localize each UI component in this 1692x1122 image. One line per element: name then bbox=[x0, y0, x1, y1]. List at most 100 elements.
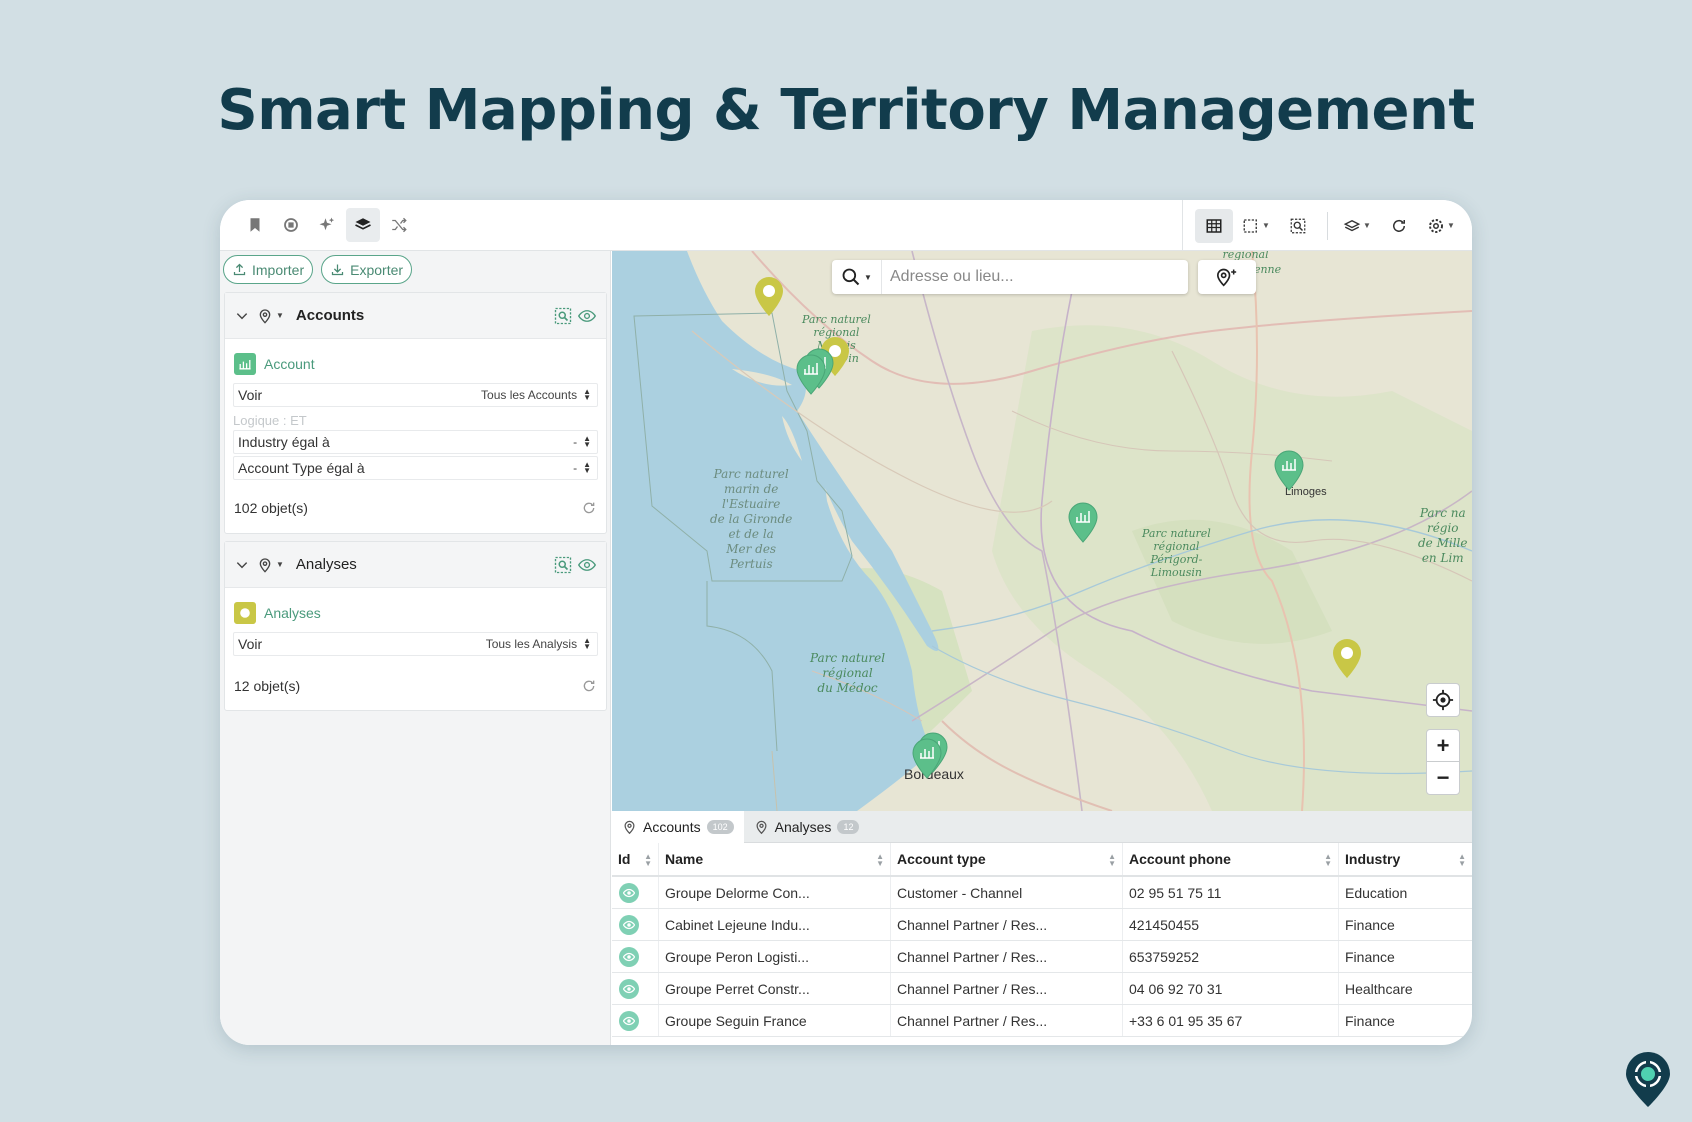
count-badge: 102 bbox=[706, 820, 734, 834]
layers-dropdown-icon[interactable]: ▼ bbox=[1338, 209, 1376, 243]
results-tabs: Accounts 102 Analyses 12 bbox=[612, 811, 1472, 843]
industry-filter[interactable]: Industry égal à - ▲ ▼ bbox=[233, 430, 598, 454]
column-header-account-type[interactable]: Account type ▲ ▼ bbox=[891, 843, 1123, 875]
account-marker[interactable] bbox=[1066, 501, 1100, 543]
object-name: Analyses bbox=[264, 605, 321, 621]
zoom-to-layer-icon[interactable] bbox=[554, 556, 572, 574]
column-header-industry[interactable]: Industry ▲ ▼ bbox=[1339, 843, 1472, 875]
tab-label: Accounts bbox=[643, 819, 701, 835]
sort-icon: ▲ ▼ bbox=[1108, 852, 1116, 868]
table-icon[interactable] bbox=[1195, 208, 1233, 243]
search-mode-button[interactable]: ▼ bbox=[832, 260, 882, 294]
column-header-account-phone[interactable]: Account phone ▲ ▼ bbox=[1123, 843, 1339, 875]
map-label-millevaches: Parc na régio de Mille en Lim bbox=[1418, 506, 1468, 565]
view-record-icon[interactable] bbox=[619, 946, 639, 967]
upload-icon bbox=[233, 263, 246, 276]
column-header-name[interactable]: Name ▲ ▼ bbox=[659, 843, 891, 875]
tab-label: Analyses bbox=[774, 819, 832, 835]
eye-icon[interactable] bbox=[578, 557, 596, 573]
table-row[interactable]: Cabinet Lejeune Indu... Channel Partner /… bbox=[612, 909, 1472, 941]
cell-id bbox=[612, 1005, 659, 1036]
column-header-id[interactable]: Id ▲ ▼ bbox=[612, 843, 659, 875]
cell-industry: Education bbox=[1345, 884, 1408, 901]
account-object-icon bbox=[234, 353, 256, 375]
account-marker[interactable] bbox=[1272, 449, 1306, 491]
filter-label: Industry égal à bbox=[238, 434, 330, 450]
refresh-icon[interactable] bbox=[581, 500, 597, 516]
object-count: 102 objet(s) bbox=[234, 500, 308, 516]
table-row[interactable]: Groupe Delorme Con... Customer - Channel 0… bbox=[612, 877, 1472, 909]
chip-icon[interactable] bbox=[274, 208, 308, 242]
analysis-marker[interactable] bbox=[1330, 637, 1364, 679]
add-pin-button[interactable] bbox=[1198, 260, 1256, 294]
address-search: ▼ bbox=[832, 260, 1188, 294]
zoom-in-button[interactable]: + bbox=[1427, 730, 1459, 762]
cell-account-phone: 02 95 51 75 11 bbox=[1123, 877, 1339, 908]
import-button[interactable]: Importer bbox=[223, 255, 314, 284]
cell-name: Cabinet Lejeune Indu... bbox=[659, 909, 891, 940]
tab-accounts[interactable]: Accounts 102 bbox=[612, 811, 744, 843]
eye-icon[interactable] bbox=[578, 308, 596, 324]
analysis-marker[interactable] bbox=[752, 275, 786, 317]
account-marker[interactable] bbox=[794, 353, 828, 395]
cell-name: Groupe Perret Constr... bbox=[659, 973, 891, 1004]
crosshair-icon bbox=[1432, 689, 1454, 711]
view-record-icon[interactable] bbox=[619, 914, 639, 935]
cell-account-type: Channel Partner / Res... bbox=[891, 1005, 1123, 1036]
page-headline: Smart Mapping & Territory Management bbox=[217, 78, 1475, 143]
voir-select[interactable]: Voir Tous les Accounts ▲ ▼ bbox=[233, 383, 598, 407]
layers-icon[interactable] bbox=[346, 208, 380, 242]
filter-label: Account Type égal à bbox=[238, 460, 365, 476]
account-marker[interactable] bbox=[910, 737, 944, 779]
layers-sidebar: Importer Exporter ▼ Accounts Account Voi… bbox=[220, 251, 611, 1045]
zoom-to-layer-icon[interactable] bbox=[554, 307, 572, 325]
table-row[interactable]: Groupe Peron Logisti... Channel Partner /… bbox=[612, 941, 1472, 973]
select-area-icon[interactable]: ▼ bbox=[1237, 209, 1275, 243]
cell-id bbox=[612, 973, 659, 1004]
sort-arrows-icon: ▲ ▼ bbox=[583, 434, 591, 449]
export-button[interactable]: Exporter bbox=[321, 255, 413, 284]
header-label: Account type bbox=[897, 851, 986, 867]
table-header: Id ▲ ▼ Name ▲ ▼ Account type ▲ ▼ Account phone… bbox=[612, 843, 1472, 877]
settings-icon[interactable]: ▼ bbox=[1422, 209, 1460, 243]
shuffle-icon[interactable] bbox=[382, 208, 416, 242]
cell-industry: Finance bbox=[1345, 948, 1395, 965]
cell-account-type: Customer - Channel bbox=[891, 877, 1123, 908]
voir-value: Tous les Accounts bbox=[481, 388, 578, 402]
chevron-down-icon[interactable] bbox=[235, 309, 249, 323]
zoom-controls: + − bbox=[1426, 729, 1460, 795]
cell-name: Groupe Peron Logisti... bbox=[659, 941, 891, 972]
map-pin-icon bbox=[624, 820, 635, 835]
cell-industry: Healthcare bbox=[1345, 980, 1413, 997]
import-label: Importer bbox=[252, 261, 305, 278]
cell-account-type: Channel Partner / Res... bbox=[891, 941, 1123, 972]
locate-button[interactable] bbox=[1426, 683, 1460, 717]
tab-analyses[interactable]: Analyses 12 bbox=[744, 811, 870, 843]
bookmark-icon[interactable] bbox=[238, 208, 272, 242]
sparkle-icon[interactable] bbox=[310, 208, 344, 242]
address-search-input[interactable] bbox=[882, 261, 1188, 293]
table-row[interactable]: Groupe Seguin France Channel Partner / Re… bbox=[612, 1005, 1472, 1037]
refresh-icon[interactable] bbox=[581, 678, 597, 694]
table-row[interactable]: Groupe Perret Constr... Channel Partner /… bbox=[612, 973, 1472, 1005]
voir-select[interactable]: Voir Tous les Analysis ▲ ▼ bbox=[233, 632, 598, 656]
header-label: Account phone bbox=[1129, 851, 1231, 867]
header-label: Name bbox=[665, 851, 704, 867]
zoom-selection-icon[interactable] bbox=[1279, 209, 1317, 243]
refresh-icon[interactable] bbox=[1380, 209, 1418, 243]
layer-accounts: ▼ Accounts Account Voir Tous les Account… bbox=[224, 292, 607, 534]
object-name: Account bbox=[264, 356, 315, 372]
chevron-down-icon[interactable] bbox=[235, 558, 249, 572]
map-pin-icon[interactable] bbox=[257, 308, 273, 324]
map-view[interactable]: régionalde la Brenne Parc naturelrégiona… bbox=[612, 251, 1472, 811]
view-record-icon[interactable] bbox=[619, 882, 639, 903]
search-icon bbox=[842, 268, 860, 286]
zoom-out-button[interactable]: − bbox=[1427, 762, 1459, 794]
map-pin-icon[interactable] bbox=[257, 557, 273, 573]
view-record-icon[interactable] bbox=[619, 978, 639, 999]
map-label-perigord: Parc naturel régional Périgord- Limousin bbox=[1142, 527, 1211, 579]
caret-down-icon[interactable]: ▼ bbox=[276, 311, 284, 320]
view-record-icon[interactable] bbox=[619, 1010, 639, 1031]
caret-down-icon[interactable]: ▼ bbox=[276, 560, 284, 569]
account-type-filter[interactable]: Account Type égal à - ▲ ▼ bbox=[233, 456, 598, 480]
